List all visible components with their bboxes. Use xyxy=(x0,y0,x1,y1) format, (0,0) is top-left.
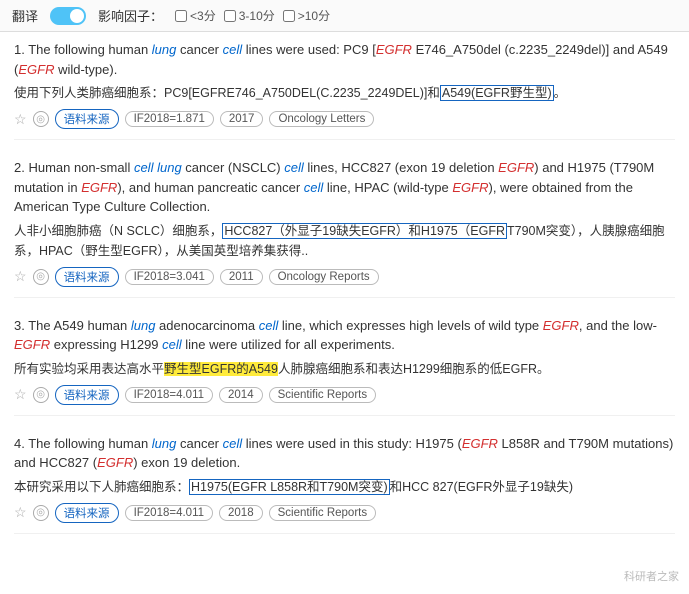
year-tag-2: 2011 xyxy=(220,269,263,285)
result-1-en: 1. The following human lung cancer cell … xyxy=(14,40,675,79)
result-3-cn: 所有实验均采用表达高水平野生型EGFR的A549人肺腺癌细胞系和表达H1299细… xyxy=(14,359,675,379)
egfr-2: EGFR xyxy=(18,62,54,77)
cell-7: cell xyxy=(223,436,243,451)
influence-label: 影响因子： xyxy=(98,6,163,25)
egfr-6: EGFR xyxy=(543,318,579,333)
if-tag-4: IF2018=4.011 xyxy=(125,505,213,521)
watermark: 科研者之家 xyxy=(624,568,679,584)
filter-gt10[interactable]: >10分 xyxy=(283,7,330,24)
result-4-cn: 本研究采用以下人肺癌细胞系：H1975(EGFR L858R和T790M突变)和… xyxy=(14,477,675,497)
result-3-meta: ☆ ◎ 语料来源 IF2018=4.011 2014 Scientific Re… xyxy=(14,385,675,405)
filter-3-10[interactable]: 3-10分 xyxy=(224,7,275,24)
filter-group: <3分 3-10分 >10分 xyxy=(175,7,330,24)
result-1-cn: 使用下列人类肺癌细胞系：PC9[EGFRE746_A750DEL(C.2235_… xyxy=(14,83,675,103)
filter-gt10-checkbox[interactable] xyxy=(283,10,295,22)
header-bar: 翻译 影响因子： <3分 3-10分 >10分 xyxy=(0,0,689,32)
filter-lt3[interactable]: <3分 xyxy=(175,7,216,24)
if-tag-2: IF2018=3.041 xyxy=(125,269,214,285)
result-4-en: 4. The following human lung cancer cell … xyxy=(14,434,675,473)
journal-tag-3: Scientific Reports xyxy=(269,387,376,403)
if-tag-1: IF2018=1.871 xyxy=(125,111,214,127)
toggle-knob xyxy=(70,9,84,23)
journal-tag-1: Oncology Letters xyxy=(269,111,374,127)
result-4-meta: ☆ ◎ 语料来源 IF2018=4.011 2018 Scientific Re… xyxy=(14,503,675,523)
result-2-cn: 人非小细胞肺癌（N SCLC）细胞系，HCC827（外显子19缺失EGFR）和H… xyxy=(14,221,675,261)
if-tag-3: IF2018=4.011 xyxy=(125,387,213,403)
egfr-9: EGFR xyxy=(97,455,133,470)
filter-3-10-checkbox[interactable] xyxy=(224,10,236,22)
cell-6: cell xyxy=(162,337,182,352)
cell-4: cell xyxy=(304,180,324,195)
cell-5: cell xyxy=(259,318,279,333)
result-3-en: 3. The A549 human lung adenocarcinoma ce… xyxy=(14,316,675,355)
star-2[interactable]: ☆ xyxy=(14,268,27,285)
lung-4: lung xyxy=(152,436,177,451)
circle-3[interactable]: ◎ xyxy=(33,387,49,403)
egfr-5: EGFR xyxy=(452,180,488,195)
lung-3: lung xyxy=(131,318,156,333)
year-tag-3: 2014 xyxy=(219,387,263,403)
cell-2: cell xyxy=(134,160,154,175)
journal-tag-4: Scientific Reports xyxy=(269,505,376,521)
year-tag-4: 2018 xyxy=(219,505,263,521)
star-3[interactable]: ☆ xyxy=(14,386,27,403)
cn-highlight-3: 野生型EGFR的A549 xyxy=(164,362,278,376)
circle-2[interactable]: ◎ xyxy=(33,269,49,285)
circle-1[interactable]: ◎ xyxy=(33,111,49,127)
cell-1: cell xyxy=(223,42,243,57)
result-item-4: 4. The following human lung cancer cell … xyxy=(14,434,675,534)
result-3-num: 3. xyxy=(14,318,25,333)
result-1-meta: ☆ ◎ 语料来源 IF2018=1.871 2017 Oncology Lett… xyxy=(14,109,675,129)
cn-highlight-1: A549(EGFR野生型) xyxy=(440,85,554,101)
source-tag-1[interactable]: 语料来源 xyxy=(55,109,119,129)
translate-label: 翻译 xyxy=(12,6,38,25)
result-2-en: 2. Human non-small cell lung cancer (NSC… xyxy=(14,158,675,217)
result-2-meta: ☆ ◎ 语料来源 IF2018=3.041 2011 Oncology Repo… xyxy=(14,267,675,287)
result-4-num: 4. xyxy=(14,436,25,451)
egfr-7: EGFR xyxy=(14,337,50,352)
lung-2: lung xyxy=(157,160,182,175)
year-tag-1: 2017 xyxy=(220,111,264,127)
source-tag-2[interactable]: 语料来源 xyxy=(55,267,119,287)
cn-highlight-4: H1975(EGFR L858R和T790M突变) xyxy=(189,479,390,495)
translate-toggle[interactable] xyxy=(50,7,86,25)
lung-1: lung xyxy=(152,42,177,57)
egfr-4: EGFR xyxy=(81,180,117,195)
result-item-1: 1. The following human lung cancer cell … xyxy=(14,40,675,140)
star-4[interactable]: ☆ xyxy=(14,504,27,521)
source-tag-3[interactable]: 语料来源 xyxy=(55,385,119,405)
egfr-1: EGFR xyxy=(376,42,412,57)
filter-lt3-checkbox[interactable] xyxy=(175,10,187,22)
result-item-3: 3. The A549 human lung adenocarcinoma ce… xyxy=(14,316,675,416)
main-content: 1. The following human lung cancer cell … xyxy=(0,32,689,560)
egfr-3: EGF xyxy=(498,160,525,175)
cell-3: cell xyxy=(284,160,304,175)
circle-4[interactable]: ◎ xyxy=(33,505,49,521)
source-tag-4[interactable]: 语料来源 xyxy=(55,503,119,523)
journal-tag-2: Oncology Reports xyxy=(269,269,379,285)
result-1-num: 1. xyxy=(14,42,25,57)
cn-highlight-2: HCC827（外显子19缺失EGFR）和H1975（EGFR xyxy=(222,223,507,239)
star-1[interactable]: ☆ xyxy=(14,111,27,128)
result-2-num: 2. xyxy=(14,160,25,175)
result-item-2: 2. Human non-small cell lung cancer (NSC… xyxy=(14,158,675,298)
egfr-8: EGFR xyxy=(462,436,498,451)
egfr-3b: R xyxy=(525,160,534,175)
